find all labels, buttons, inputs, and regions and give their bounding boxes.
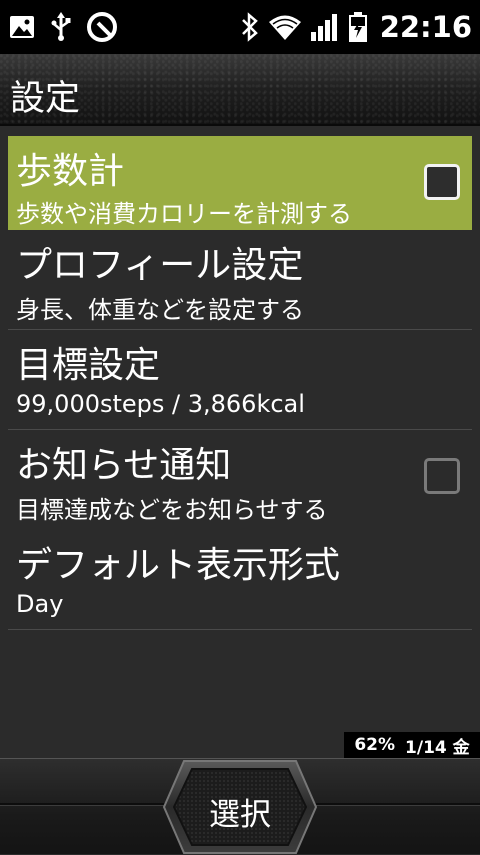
battery-percent: 62% <box>354 735 396 755</box>
item-title: プロフィール設定 <box>16 245 304 286</box>
settings-item-pedometer[interactable]: 歩数計 歩数や消費カロリーを計測する <box>8 136 472 230</box>
page-title: 設定 <box>10 79 81 119</box>
item-title: お知らせ通知 <box>16 445 232 486</box>
settings-list: 歩数計 歩数や消費カロリーを計測する プロフィール設定 身長、体重などを設定する… <box>8 132 472 630</box>
status-left-icons <box>8 11 118 43</box>
softkey-bar: 選択 <box>0 758 480 854</box>
settings-item-notification[interactable]: お知らせ通知 目標達成などをお知らせする <box>8 430 472 530</box>
status-bar: 22:16 <box>0 0 480 54</box>
settings-item-default-display[interactable]: デフォルト表示形式 Day <box>8 530 472 630</box>
app-notification-icon <box>86 11 118 43</box>
notification-checkbox[interactable] <box>424 458 460 494</box>
item-subtitle: 身長、体重などを設定する <box>16 296 304 324</box>
item-subtitle: Day <box>16 590 64 618</box>
pedometer-checkbox[interactable] <box>424 164 460 200</box>
select-label: 選択 <box>209 797 271 833</box>
date-label: 1/14 金 <box>405 737 470 758</box>
settings-item-goal[interactable]: 目標設定 99,000steps / 3,866kcal <box>8 330 472 430</box>
wifi-icon <box>268 13 302 41</box>
battery-icon <box>348 11 368 43</box>
gallery-icon <box>8 13 36 41</box>
info-strip: 62% 1/14 金 <box>344 732 480 758</box>
usb-icon <box>50 12 72 42</box>
signal-icon <box>310 12 340 42</box>
item-subtitle: 歩数や消費カロリーを計測する <box>16 200 352 228</box>
item-title: デフォルト表示形式 <box>16 545 341 586</box>
softkey-divider-left <box>0 803 170 805</box>
status-right-icons: 22:16 <box>240 10 472 44</box>
softkey-divider-right <box>310 803 480 805</box>
bluetooth-icon <box>240 12 260 42</box>
settings-item-profile[interactable]: プロフィール設定 身長、体重などを設定する <box>8 230 472 330</box>
title-bar: 設定 <box>0 54 480 126</box>
item-subtitle: 目標達成などをお知らせする <box>16 496 328 524</box>
select-button[interactable]: 選択 <box>162 759 318 855</box>
status-time: 22:16 <box>379 10 472 44</box>
item-title: 歩数計 <box>16 151 125 192</box>
item-subtitle: 99,000steps / 3,866kcal <box>16 390 305 418</box>
item-title: 目標設定 <box>16 345 161 386</box>
